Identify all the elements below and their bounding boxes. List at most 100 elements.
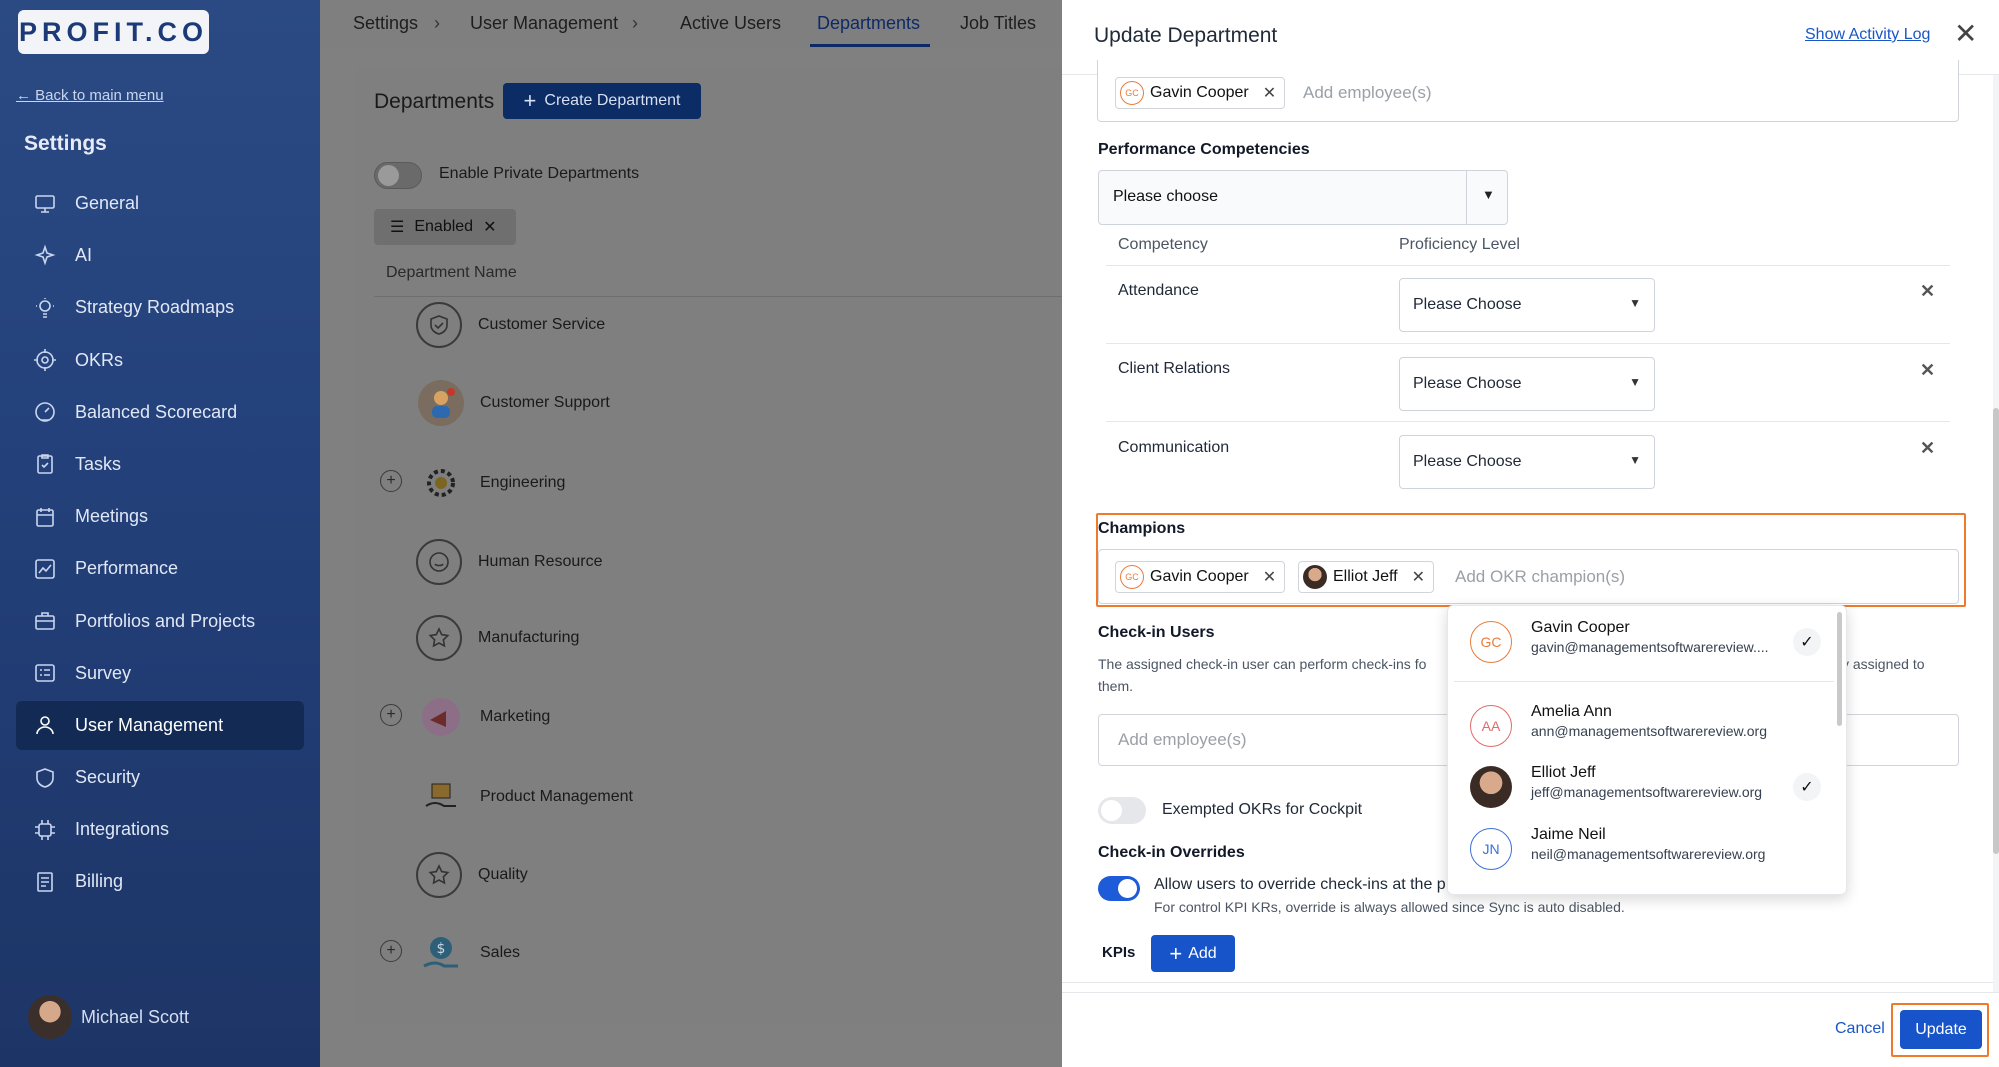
close-icon[interactable]: ✕ [1954, 20, 1977, 48]
divider [1106, 265, 1950, 266]
list-item[interactable]: Quality [416, 840, 528, 910]
divider [1466, 171, 1467, 224]
avatar: AA [1470, 705, 1512, 747]
sidebar: PROFIT.CO ← Back to main menu Settings G… [0, 0, 320, 1067]
check-icon: ✓ [1793, 773, 1821, 801]
allow-override-label: Allow users to override check-ins at the… [1154, 876, 1446, 893]
panel-title: Update Department [1094, 24, 1278, 47]
dropdown-option-amelia-ann[interactable]: AA Amelia Ann ann@managementsoftwarerevi… [1448, 697, 1833, 755]
sidebar-item-meetings[interactable]: Meetings [16, 492, 304, 541]
list-item[interactable]: Manufacturing [416, 603, 579, 673]
option-name: Jaime Neil [1531, 826, 1606, 843]
sidebar-item-label: User Management [75, 714, 224, 735]
survey-icon [32, 660, 58, 686]
proficiency-select[interactable]: Please Choose ▼ [1399, 357, 1655, 411]
list-item[interactable]: Customer Service [416, 290, 605, 360]
list-item[interactable]: Engineering [418, 448, 565, 518]
expand-marketing-icon[interactable]: + [380, 704, 402, 726]
proficiency-value: Please Choose [1413, 296, 1522, 313]
check-icon: ✓ [1793, 628, 1821, 656]
sidebar-item-survey[interactable]: Survey [16, 649, 304, 698]
option-name: Gavin Cooper [1531, 619, 1630, 636]
show-activity-log-link[interactable]: Show Activity Log [1805, 26, 1930, 44]
top-navigation: Settings › User Management › Active User… [320, 0, 1062, 48]
briefcase-icon [32, 608, 58, 634]
list-item[interactable]: Human Resource [416, 527, 603, 597]
filter-icon: ☰ [390, 219, 405, 236]
department-name: Marketing [480, 708, 551, 725]
option-email: gavin@managementsoftwarereview.... [1531, 639, 1769, 655]
remove-chip-icon[interactable]: ✕ [1263, 83, 1276, 103]
sidebar-item-performance[interactable]: Performance [16, 544, 304, 593]
department-name: Quality [478, 866, 528, 883]
update-button[interactable]: Update [1900, 1010, 1982, 1049]
remove-competency-icon[interactable]: ✕ [1920, 438, 1935, 459]
expand-sales-icon[interactable]: + [380, 940, 402, 962]
option-email: ann@managementsoftwarereview.org [1531, 723, 1768, 739]
sidebar-item-label: Balanced Scorecard [75, 401, 238, 422]
cancel-button[interactable]: Cancel [1835, 1020, 1885, 1038]
sidebar-item-balanced-scorecard[interactable]: Balanced Scorecard [16, 388, 304, 437]
chip-icon [32, 817, 58, 843]
tab-departments[interactable]: Departments [817, 13, 920, 34]
remove-competency-icon[interactable]: ✕ [1920, 360, 1935, 381]
dropdown-scrollbar-thumb[interactable] [1837, 612, 1842, 726]
breadcrumb-user-management[interactable]: User Management [470, 13, 618, 34]
competency-name: Attendance [1118, 282, 1199, 299]
department-name: Human Resource [478, 553, 603, 570]
smiley-icon [416, 539, 462, 585]
checkin-description-cont: them. [1098, 678, 1134, 694]
sidebar-item-user-management[interactable]: User Management [16, 700, 304, 750]
private-departments-toggle[interactable] [374, 162, 422, 189]
remove-competency-icon[interactable]: ✕ [1920, 281, 1935, 302]
avatar [28, 995, 72, 1039]
dropdown-option-elliot-jeff[interactable]: Elliot Jeff jeff@managementsoftwarerevie… [1448, 758, 1833, 816]
proficiency-select[interactable]: Please Choose ▼ [1399, 435, 1655, 489]
column-proficiency-level: Proficiency Level [1399, 236, 1520, 253]
sidebar-item-general[interactable]: General [16, 179, 304, 228]
tab-job-titles[interactable]: Job Titles [960, 13, 1036, 34]
breadcrumb-settings[interactable]: Settings [353, 13, 418, 34]
option-email: jeff@managementsoftwarereview.org [1531, 784, 1763, 800]
avatar [1470, 766, 1512, 808]
profit-co-logo[interactable]: PROFIT.CO [18, 10, 209, 54]
dropdown-option-gavin-cooper[interactable]: GC Gavin Cooper gavin@managementsoftware… [1448, 613, 1833, 671]
department-name: Customer Support [480, 394, 610, 411]
add-kpi-button[interactable]: + Add [1151, 935, 1235, 972]
add-champion-input[interactable]: Add OKR champion(s) [1455, 567, 1625, 587]
avatar: GC [1120, 565, 1144, 589]
remove-filter-icon[interactable]: ✕ [483, 217, 496, 237]
expand-engineering-icon[interactable]: + [380, 470, 402, 492]
allow-override-toggle[interactable] [1098, 876, 1140, 901]
sidebar-item-integrations[interactable]: Integrations [16, 805, 304, 854]
proficiency-select[interactable]: Please Choose ▼ [1399, 278, 1655, 332]
list-item[interactable]: Product Management [418, 762, 633, 832]
sidebar-item-security[interactable]: Security [16, 753, 304, 802]
enabled-filter-chip[interactable]: ☰ Enabled ✕ [374, 209, 516, 245]
dropdown-option-jaime-neil[interactable]: JN Jaime Neil neil@managementsoftwarerev… [1448, 820, 1833, 878]
remove-chip-icon[interactable]: ✕ [1412, 567, 1425, 587]
exempted-okrs-toggle[interactable] [1098, 797, 1146, 824]
add-employee-placeholder: Add employee(s) [1303, 83, 1432, 102]
sidebar-item-strategy-roadmaps[interactable]: Strategy Roadmaps [16, 283, 304, 332]
sidebar-item-label: Tasks [75, 453, 122, 474]
sidebar-item-tasks[interactable]: Tasks [16, 440, 304, 489]
plus-icon: + [1169, 940, 1183, 966]
back-to-main-menu-link[interactable]: ← Back to main menu [16, 87, 164, 104]
create-department-button[interactable]: + Create Department [503, 83, 701, 119]
panel-scrollbar-thumb[interactable] [1993, 408, 1999, 854]
current-user[interactable]: Michael Scott [28, 995, 189, 1039]
sidebar-item-okrs[interactable]: OKRs [16, 336, 304, 385]
sidebar-item-portfolios-and-projects[interactable]: Portfolios and Projects [16, 597, 304, 646]
list-item[interactable]: Marketing [418, 682, 550, 752]
tab-active-users[interactable]: Active Users [680, 13, 781, 34]
list-item[interactable]: Customer Support [418, 368, 610, 438]
competencies-select[interactable]: Please choose ▼ [1098, 170, 1508, 225]
sidebar-item-billing[interactable]: Billing [16, 857, 304, 906]
list-item[interactable]: $ Sales [418, 918, 520, 988]
page-title: Departments [374, 90, 495, 113]
champion-chip: GC Gavin Cooper ✕ [1115, 561, 1286, 593]
remove-chip-icon[interactable]: ✕ [1263, 567, 1276, 587]
champion-dropdown: GC Gavin Cooper gavin@managementsoftware… [1447, 605, 1847, 895]
sidebar-item-ai[interactable]: AI [16, 231, 304, 280]
